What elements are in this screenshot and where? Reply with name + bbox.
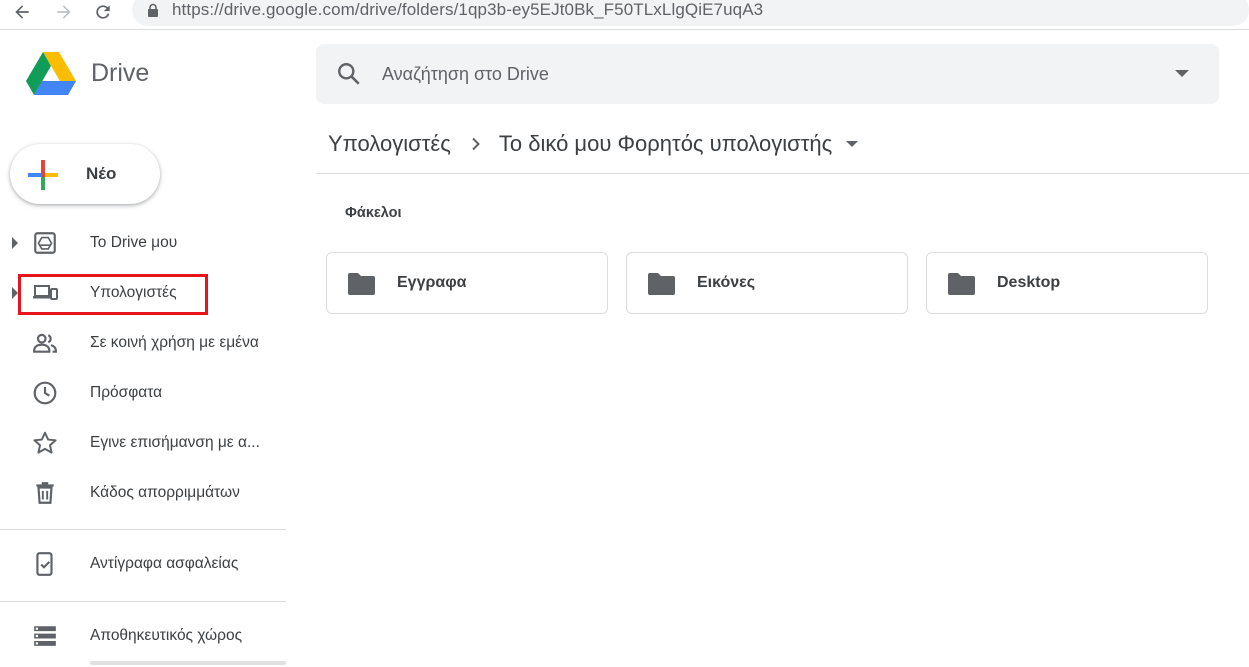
- sidebar-item-label: Εγινε επισήμανση με α...: [90, 434, 260, 451]
- sidebar-item-recent[interactable]: Πρόσφατα: [0, 373, 286, 413]
- sidebar-item-label: Αντίγραφα ασφαλείας: [90, 555, 239, 572]
- backup-icon: [32, 551, 58, 577]
- sidebar-divider: [0, 601, 286, 602]
- breadcrumb-parent[interactable]: Υπολογιστές: [328, 131, 451, 157]
- shared-icon: [32, 330, 58, 356]
- folder-card[interactable]: Εγγραφα: [326, 252, 608, 314]
- folders-section-title: Φάκελοι: [345, 205, 402, 221]
- breadcrumb: Υπολογιστές Το δικό μου Φορητός υπολογισ…: [328, 128, 859, 160]
- folder-card[interactable]: Desktop: [926, 252, 1208, 314]
- sidebar-item-backups[interactable]: Αντίγραφα ασφαλείας: [0, 544, 286, 584]
- sidebar-item-label: Το Drive μου: [90, 234, 178, 251]
- drive-logo-icon[interactable]: [26, 52, 76, 96]
- chevron-down-icon[interactable]: [846, 141, 859, 147]
- sidebar-divider: [0, 529, 286, 530]
- trash-icon: [32, 480, 58, 506]
- highlight-annotation: [18, 274, 208, 315]
- folder-icon: [948, 273, 975, 295]
- star-icon: [32, 430, 58, 456]
- sidebar-item-storage[interactable]: Αποθηκευτικός χώρος: [0, 616, 286, 656]
- header-divider: [316, 173, 1249, 174]
- sidebar-item-trash[interactable]: Κάδος απορριμμάτων: [0, 473, 286, 513]
- url-text: https://drive.google.com/drive/folders/1…: [172, 0, 764, 19]
- sidebar-item-label: Αποθηκευτικός χώρος: [90, 627, 243, 644]
- folder-card[interactable]: Εικόνες: [626, 252, 908, 314]
- search-input[interactable]: [382, 62, 1142, 86]
- new-button[interactable]: Νέο: [10, 144, 160, 204]
- folder-name: Desktop: [997, 274, 1061, 291]
- my-drive-icon: [32, 230, 58, 256]
- reload-icon[interactable]: [89, 0, 117, 24]
- storage-usage-bar: [90, 661, 286, 665]
- chevron-right-icon: [469, 137, 483, 151]
- folder-icon: [648, 273, 675, 295]
- search-icon[interactable]: [336, 61, 362, 87]
- breadcrumb-current[interactable]: Το δικό μου Φορητός υπολογιστής: [499, 131, 832, 157]
- folder-name: Εγγραφα: [397, 274, 467, 291]
- folder-name: Εικόνες: [697, 274, 756, 291]
- new-button-label: Νέο: [86, 164, 117, 183]
- search-bar: [316, 44, 1219, 104]
- plus-icon: [28, 160, 58, 190]
- storage-icon: [32, 623, 58, 649]
- expand-arrow-icon[interactable]: [12, 237, 18, 249]
- sidebar-item-starred[interactable]: Εγινε επισήμανση με α...: [0, 423, 286, 463]
- sidebar-item-label: Πρόσφατα: [90, 384, 163, 401]
- sidebar-item-label: Σε κοινή χρήση με εμένα: [90, 334, 259, 351]
- forward-arrow-icon[interactable]: [50, 0, 78, 24]
- clock-icon: [32, 380, 58, 406]
- back-arrow-icon[interactable]: [8, 0, 36, 24]
- folder-icon: [348, 273, 375, 295]
- address-bar[interactable]: https://drive.google.com/drive/folders/1…: [132, 0, 1249, 26]
- browser-toolbar: https://drive.google.com/drive/folders/1…: [0, 0, 1249, 30]
- search-options-dropdown-icon[interactable]: [1175, 70, 1189, 77]
- app-name: Drive: [91, 59, 150, 87]
- sidebar-item-label: Κάδος απορριμμάτων: [90, 484, 240, 501]
- lock-icon: [146, 3, 160, 17]
- sidebar-item-shared[interactable]: Σε κοινή χρήση με εμένα: [0, 323, 286, 363]
- sidebar-item-my-drive[interactable]: Το Drive μου: [0, 223, 286, 263]
